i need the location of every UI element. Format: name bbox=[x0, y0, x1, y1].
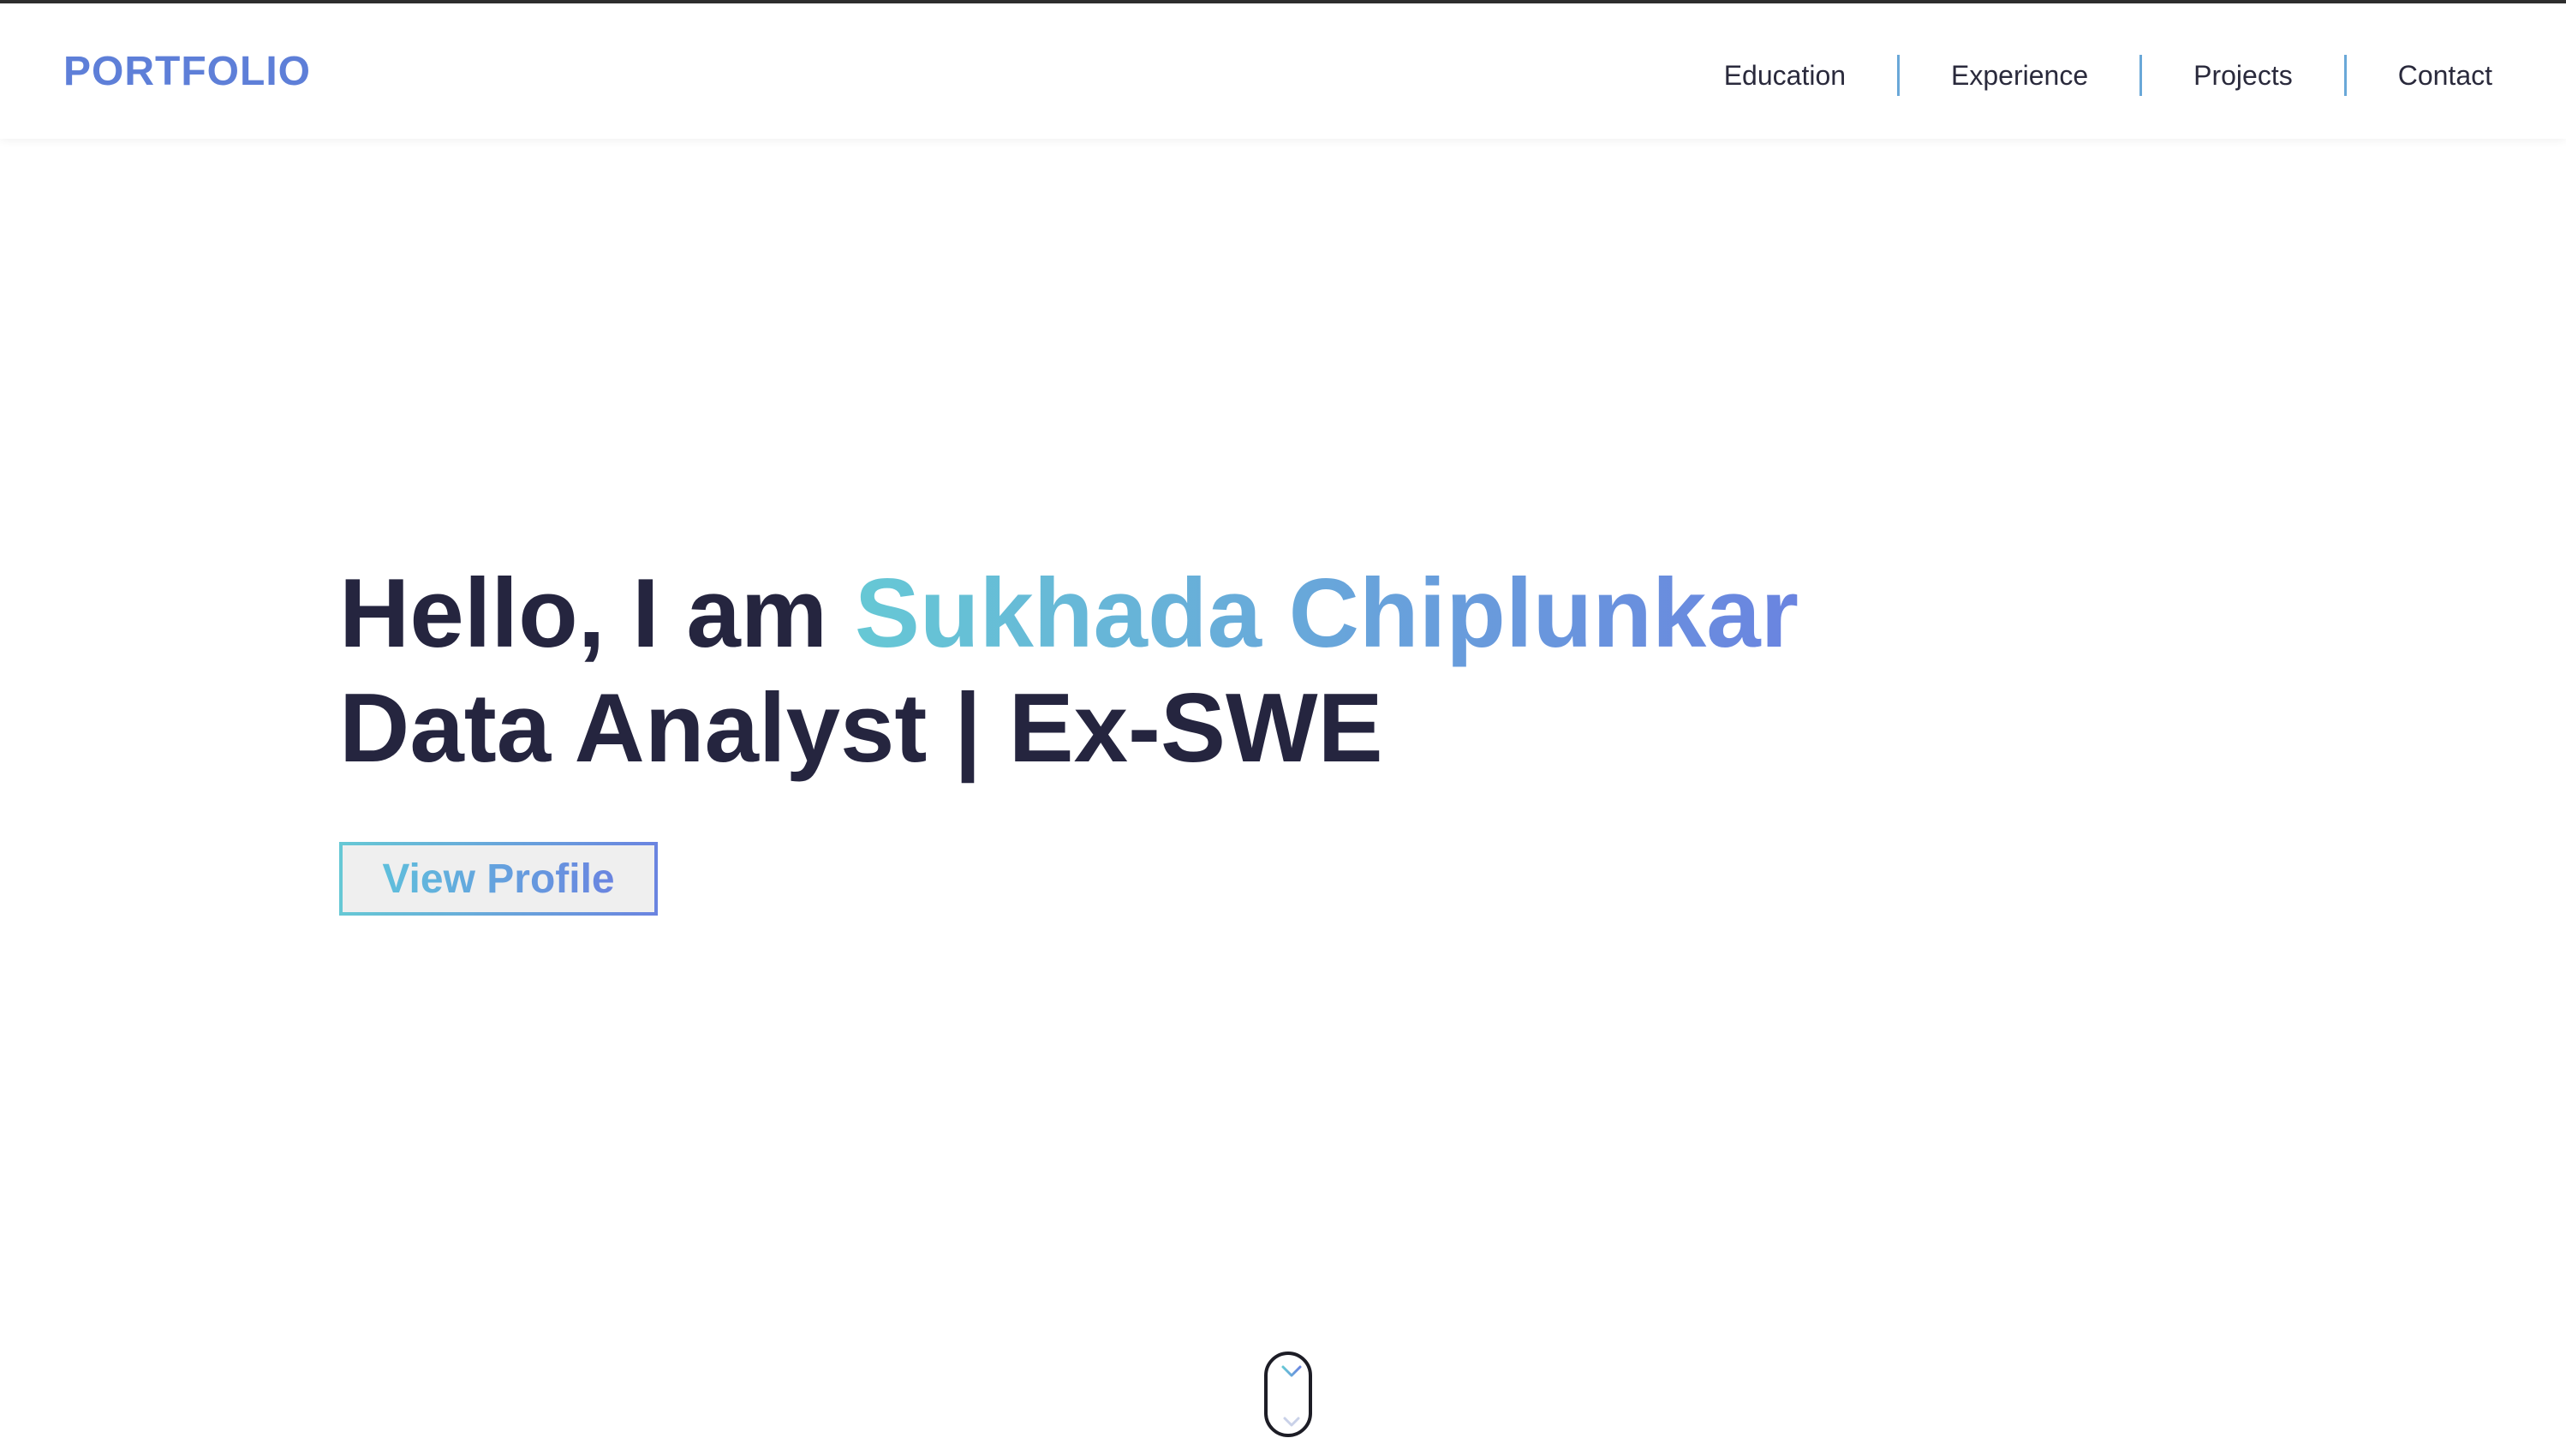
view-profile-button[interactable]: View Profile bbox=[339, 842, 658, 916]
nav-projects[interactable]: Projects bbox=[2142, 51, 2344, 99]
portfolio-page: PORTFOLIO Education Experience Projects … bbox=[0, 0, 2566, 1456]
hero-subtitle: Data Analyst | Ex-SWE bbox=[339, 674, 1383, 783]
nav-experience[interactable]: Experience bbox=[1900, 51, 2139, 99]
hero-section: Hello, I am Sukhada Chiplunkar Data Anal… bbox=[339, 557, 1799, 786]
nav-education[interactable]: Education bbox=[1673, 51, 1897, 99]
person-name: Sukhada Chiplunkar bbox=[854, 559, 1799, 668]
scroll-down-mouse-icon[interactable] bbox=[1264, 1352, 1312, 1437]
chevron-down-icon bbox=[1281, 1365, 1302, 1427]
nav-contact[interactable]: Contact bbox=[2347, 51, 2492, 99]
view-profile-label: View Profile bbox=[382, 856, 615, 902]
portfolio-logo[interactable]: PORTFOLIO bbox=[63, 48, 311, 96]
greeting-text: Hello, I am bbox=[339, 559, 855, 668]
hero-greeting-heading: Hello, I am Sukhada Chiplunkar bbox=[339, 557, 1799, 671]
main-navigation: Education Experience Projects Contact bbox=[1673, 51, 2492, 99]
top-navbar: PORTFOLIO Education Experience Projects … bbox=[0, 3, 2566, 139]
